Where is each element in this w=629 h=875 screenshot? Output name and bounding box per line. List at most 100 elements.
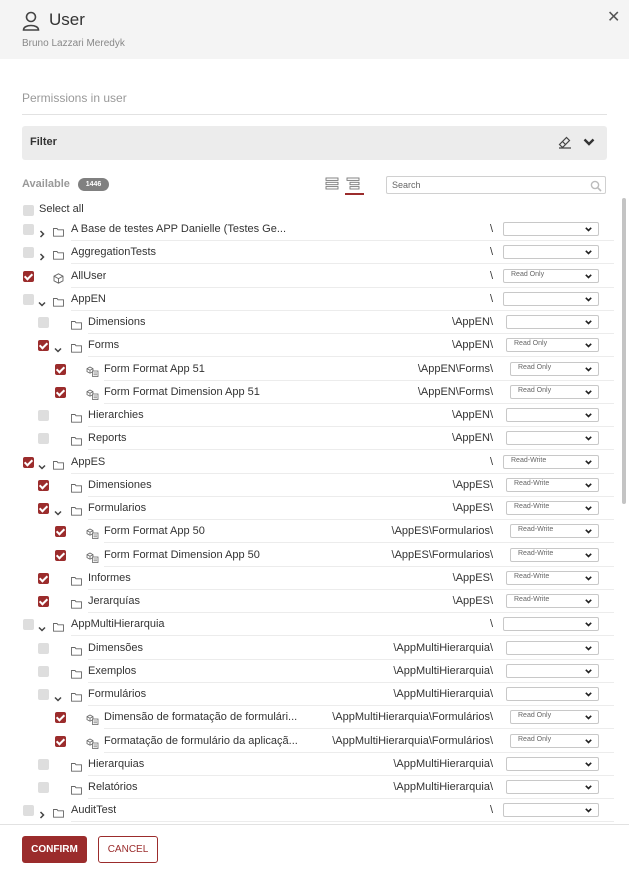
- select-all-checkbox[interactable]: [23, 205, 34, 216]
- row-checkbox[interactable]: [55, 549, 66, 561]
- row-path: \AppES\: [452, 502, 493, 514]
- row-checkbox[interactable]: [23, 805, 34, 817]
- list-view-icon[interactable]: [325, 177, 339, 190]
- tree-row[interactable]: A Base de testes APP Danielle (Testes Ge…: [0, 218, 614, 241]
- row-checkbox[interactable]: [23, 247, 34, 259]
- row-checkbox[interactable]: [55, 363, 66, 375]
- access-select[interactable]: [503, 291, 599, 306]
- row-checkbox[interactable]: [38, 479, 49, 491]
- access-select[interactable]: [503, 803, 599, 818]
- row-checkbox[interactable]: [38, 340, 49, 352]
- access-select[interactable]: Read Only: [510, 710, 599, 725]
- row-checkbox[interactable]: [38, 596, 49, 607]
- access-select[interactable]: [506, 663, 599, 678]
- row-checkbox[interactable]: [23, 619, 34, 631]
- access-select[interactable]: [506, 408, 599, 422]
- select-all-label[interactable]: Select all: [39, 203, 84, 215]
- tree-row[interactable]: Form Format Dimension App 51 \AppEN\Forms…: [0, 381, 614, 404]
- confirm-button[interactable]: CONFIRM: [22, 836, 87, 863]
- row-checkbox[interactable]: [23, 270, 34, 282]
- row-name: Formularios: [88, 502, 147, 514]
- tree-row[interactable]: Formatação de formulário da aplicaçã... \…: [0, 730, 614, 753]
- cancel-button[interactable]: CANCEL: [98, 836, 158, 863]
- access-value: Read Only: [518, 386, 552, 394]
- access-select[interactable]: [506, 315, 599, 329]
- tree-row[interactable]: AppES \ Read-Write: [0, 451, 614, 474]
- tree-row[interactable]: Dimensões \AppMultiHierarquia\: [0, 637, 614, 660]
- access-select[interactable]: Read-Write: [506, 501, 599, 515]
- row-checkbox[interactable]: [23, 293, 34, 305]
- tree-row[interactable]: Form Format Dimension App 50 \AppES\Formu…: [0, 544, 614, 567]
- row-checkbox[interactable]: [38, 758, 49, 770]
- row-checkbox[interactable]: [38, 665, 49, 677]
- tree-row[interactable]: AuditTest \: [0, 799, 614, 824]
- tree-row[interactable]: Exemplos \AppMultiHierarquia\: [0, 660, 614, 683]
- row-checkbox[interactable]: [55, 712, 66, 724]
- tree-row[interactable]: Form Format App 51 \AppEN\Forms\ Read Only: [0, 358, 614, 381]
- row-checkbox[interactable]: [55, 526, 66, 538]
- access-select[interactable]: [506, 687, 599, 701]
- row-checkbox[interactable]: [55, 386, 66, 398]
- tree-row[interactable]: AppEN \: [0, 288, 614, 311]
- eraser-icon[interactable]: [558, 135, 572, 149]
- access-select[interactable]: [503, 245, 599, 260]
- access-select[interactable]: Read-Write: [510, 524, 599, 539]
- search-box[interactable]: [386, 176, 606, 194]
- chevron-down-icon[interactable]: [582, 135, 596, 149]
- access-select[interactable]: [506, 780, 599, 794]
- row-checkbox[interactable]: [38, 572, 49, 584]
- row-checkbox[interactable]: [55, 735, 66, 747]
- row-path: \AppEN\: [452, 316, 493, 328]
- search-input[interactable]: [392, 179, 582, 191]
- tree-row[interactable]: Dimensão de formatação de formulári... \A…: [0, 706, 614, 730]
- close-icon[interactable]: ✕: [607, 7, 620, 27]
- row-checkbox[interactable]: [23, 456, 34, 468]
- tree-row[interactable]: Formulários \AppMultiHierarquia\: [0, 683, 614, 706]
- row-checkbox[interactable]: [38, 642, 49, 654]
- tree-row[interactable]: Form Format App 50 \AppES\Formularios\ Rea…: [0, 520, 614, 544]
- row-checkbox[interactable]: [38, 503, 49, 514]
- access-select[interactable]: Read Only: [510, 733, 599, 748]
- access-select[interactable]: [503, 617, 599, 632]
- search-icon[interactable]: [590, 180, 602, 192]
- tree-row[interactable]: Reports \AppEN\: [0, 427, 614, 451]
- tree-row[interactable]: AppMultiHierarquia \: [0, 613, 614, 637]
- access-select[interactable]: [506, 640, 599, 655]
- tree-row[interactable]: Dimensiones \AppES\ Read-Write: [0, 474, 614, 497]
- tree-row[interactable]: Forms \AppEN\ Read Only: [0, 334, 614, 358]
- row-name: Relatórios: [88, 781, 138, 793]
- row-checkbox[interactable]: [38, 410, 49, 421]
- access-select[interactable]: Read-Write: [510, 547, 599, 562]
- access-select[interactable]: Read-Write: [503, 454, 599, 469]
- tree-row[interactable]: AggregationTests \: [0, 241, 614, 265]
- access-select[interactable]: Read-Write: [506, 477, 599, 492]
- tree-row[interactable]: Formularios \AppES\ Read-Write: [0, 497, 614, 520]
- access-value: Read-Write: [511, 456, 547, 464]
- access-select[interactable]: [506, 756, 599, 771]
- row-path: \AppEN\: [452, 409, 493, 421]
- tree-row[interactable]: Relatórios \AppMultiHierarquia\: [0, 776, 614, 799]
- scrollbar-thumb[interactable]: [622, 198, 626, 504]
- tree-view-icon[interactable]: [346, 177, 360, 190]
- access-select[interactable]: Read Only: [510, 384, 599, 399]
- tree-row[interactable]: Hierarquias \AppMultiHierarquia\: [0, 753, 614, 776]
- access-select[interactable]: [506, 431, 599, 446]
- access-select[interactable]: [503, 222, 599, 236]
- access-select[interactable]: Read-Write: [506, 594, 599, 608]
- tree-row[interactable]: AllUser \ Read Only: [0, 265, 614, 288]
- tree-row[interactable]: Dimensions \AppEN\: [0, 311, 614, 334]
- filter-panel[interactable]: Filter: [22, 126, 607, 160]
- access-select[interactable]: Read Only: [506, 338, 599, 353]
- row-checkbox[interactable]: [23, 224, 34, 235]
- tree-row[interactable]: Informes \AppES\ Read-Write: [0, 567, 614, 590]
- tree-row[interactable]: Jerarquías \AppES\ Read-Write: [0, 590, 614, 613]
- chevron-right-icon[interactable]: [38, 806, 46, 824]
- tree-row[interactable]: Hierarchies \AppEN\: [0, 404, 614, 427]
- access-select[interactable]: Read-Write: [506, 570, 599, 585]
- row-checkbox[interactable]: [38, 782, 49, 793]
- row-checkbox[interactable]: [38, 433, 49, 445]
- access-select[interactable]: Read Only: [510, 361, 599, 376]
- access-select[interactable]: Read Only: [503, 268, 599, 283]
- row-checkbox[interactable]: [38, 317, 49, 328]
- row-checkbox[interactable]: [38, 689, 49, 700]
